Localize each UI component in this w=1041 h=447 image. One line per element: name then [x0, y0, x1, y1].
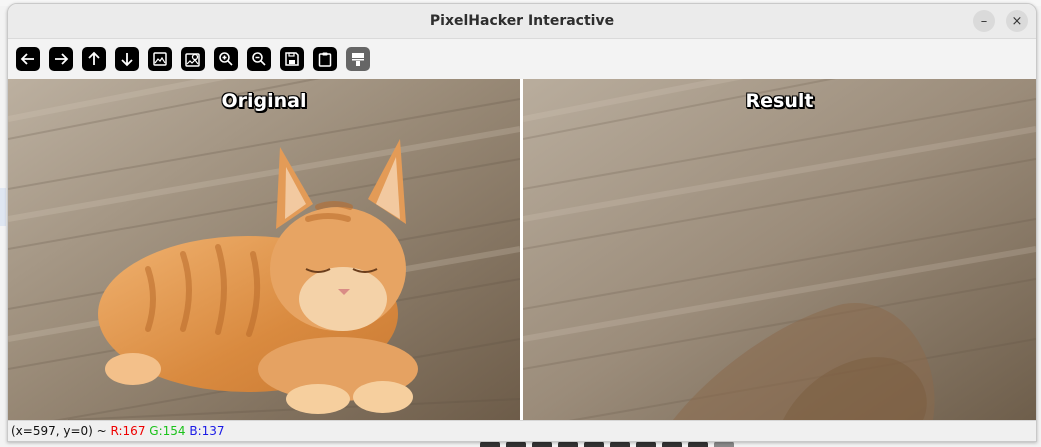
- zoom-out-button[interactable]: [247, 47, 271, 71]
- zoom-out-icon: [252, 52, 266, 66]
- window-title: PixelHacker Interactive: [429, 13, 615, 29]
- zoom-in-icon: [219, 52, 233, 66]
- blue-value: B:137: [189, 424, 225, 438]
- arrow-right-icon: [55, 53, 69, 65]
- app-window: PixelHacker Interactive – × Original Res…: [7, 3, 1037, 442]
- arrow-left-icon: [20, 53, 34, 65]
- clipboard-icon: [318, 52, 332, 67]
- zoom-fit-button[interactable]: [148, 47, 172, 71]
- toolbar: [8, 39, 1036, 80]
- pan-left-button[interactable]: [16, 47, 40, 71]
- pan-up-button[interactable]: [82, 47, 106, 71]
- image-zoom-icon: [185, 53, 200, 67]
- arrow-down-icon: [121, 53, 133, 67]
- green-value: G:154: [149, 424, 186, 438]
- zoom-in-button[interactable]: [214, 47, 238, 71]
- save-image-button[interactable]: [280, 47, 304, 71]
- close-button[interactable]: ×: [1006, 10, 1028, 32]
- title-bar[interactable]: PixelHacker Interactive – ×: [8, 4, 1036, 39]
- status-bar: (x=597, y=0) ~ R:167 G:154 B:137: [8, 420, 1036, 441]
- cursor-position: (x=597, y=0) ~: [11, 424, 111, 438]
- zoom-region-button[interactable]: [181, 47, 205, 71]
- original-label: Original: [221, 90, 307, 112]
- background-window-edge: [0, 188, 6, 226]
- image-viewer[interactable]: Original Result: [8, 79, 1036, 420]
- close-icon: ×: [1011, 13, 1023, 29]
- pan-down-button[interactable]: [115, 47, 139, 71]
- minimize-icon: –: [980, 13, 988, 29]
- red-value: R:167: [110, 424, 146, 438]
- original-image: [8, 79, 520, 420]
- result-label: Result: [745, 90, 814, 112]
- properties-icon: [352, 53, 364, 66]
- pan-right-button[interactable]: [49, 47, 73, 71]
- minimize-button[interactable]: –: [973, 10, 995, 32]
- arrow-up-icon: [88, 51, 100, 65]
- copy-clipboard-button[interactable]: [313, 47, 337, 71]
- result-panel[interactable]: Result: [523, 79, 1036, 420]
- result-image: [523, 79, 1036, 420]
- original-panel[interactable]: Original: [8, 79, 520, 420]
- save-icon: [285, 52, 299, 66]
- image-icon: [153, 52, 167, 66]
- properties-button[interactable]: [346, 47, 370, 71]
